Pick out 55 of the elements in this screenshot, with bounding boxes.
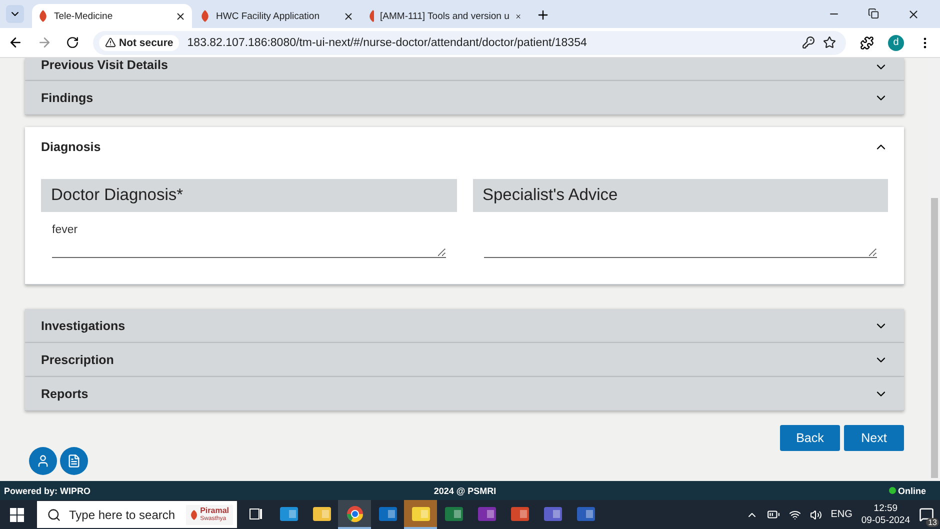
footer-copyright: 2024 @ PSMRI [434, 486, 496, 496]
person-icon [36, 454, 50, 468]
flame-icon [190, 510, 198, 520]
clock-date: 09-05-2024 [861, 514, 910, 526]
profile-avatar[interactable]: d [888, 34, 904, 50]
warning-icon [105, 37, 116, 48]
language-indicator[interactable]: ENG [830, 509, 852, 520]
browser-tab[interactable]: [AMM-111] Tools and version u [362, 4, 528, 28]
status-dot [888, 487, 896, 494]
back-icon[interactable] [8, 35, 23, 50]
tab-list-button[interactable] [6, 5, 24, 23]
network-icon[interactable] [788, 508, 801, 520]
flame-icon [200, 10, 210, 22]
reload-icon[interactable] [66, 36, 79, 49]
footer-credit: Powered by: WIPRO [4, 486, 92, 496]
browser-tab[interactable]: HWC Facility Application [194, 4, 360, 28]
clock-time: 12:59 [874, 502, 898, 514]
notification-count: 13 [926, 518, 939, 527]
nav-button[interactable]: Next [844, 425, 904, 451]
section-title[interactable]: Diagnosis [41, 140, 101, 154]
flame-icon [368, 10, 374, 22]
flame-icon [38, 10, 48, 22]
close-icon[interactable] [343, 10, 354, 22]
restore-icon[interactable] [868, 8, 879, 18]
task-view-icon [248, 506, 262, 520]
new-tab-icon[interactable] [536, 8, 550, 22]
address-bar[interactable]: Not secure 183.82.107.186:8080/tm-ui-next/#/nurse-doctor/attendant/doctor/patient/18354 [93, 30, 846, 54]
document-button[interactable] [60, 447, 88, 475]
profile-button[interactable] [29, 447, 57, 475]
section-title[interactable]: Investigations [41, 318, 126, 332]
security-label: Not secure [119, 36, 174, 48]
text-area[interactable]: fever [52, 220, 446, 258]
extensions-icon[interactable] [860, 36, 874, 50]
taskbar-app[interactable] [338, 500, 371, 529]
status-text: Online [898, 486, 926, 496]
close-icon[interactable] [175, 10, 186, 22]
volume-icon[interactable] [810, 508, 822, 520]
star-icon[interactable] [823, 36, 836, 49]
search-placeholder: Type here to search [69, 508, 176, 522]
brand-name: Piramal [200, 506, 229, 514]
url-text: 183.82.107.186:8080/tm-ui-next/#/nurse-doctor/attendant/doctor/patient/18354 [187, 36, 588, 48]
browser-tab[interactable]: Tele-Medicine [32, 4, 192, 28]
forward-icon[interactable] [37, 35, 52, 50]
battery-icon[interactable] [766, 508, 780, 521]
section-title[interactable]: Reports [41, 386, 88, 400]
field-label: Specialist's Advice [472, 179, 888, 212]
field-label: Doctor Diagnosis* [41, 179, 456, 212]
section-title[interactable]: Findings [41, 90, 94, 104]
start-icon[interactable] [10, 508, 24, 522]
section-title[interactable]: Previous Visit Details [41, 58, 168, 72]
close-icon[interactable] [907, 8, 920, 20]
nav-button[interactable]: Back [780, 425, 840, 451]
section-title[interactable]: Prescription [41, 352, 114, 366]
search-icon [47, 508, 61, 522]
key-icon[interactable] [802, 36, 815, 49]
